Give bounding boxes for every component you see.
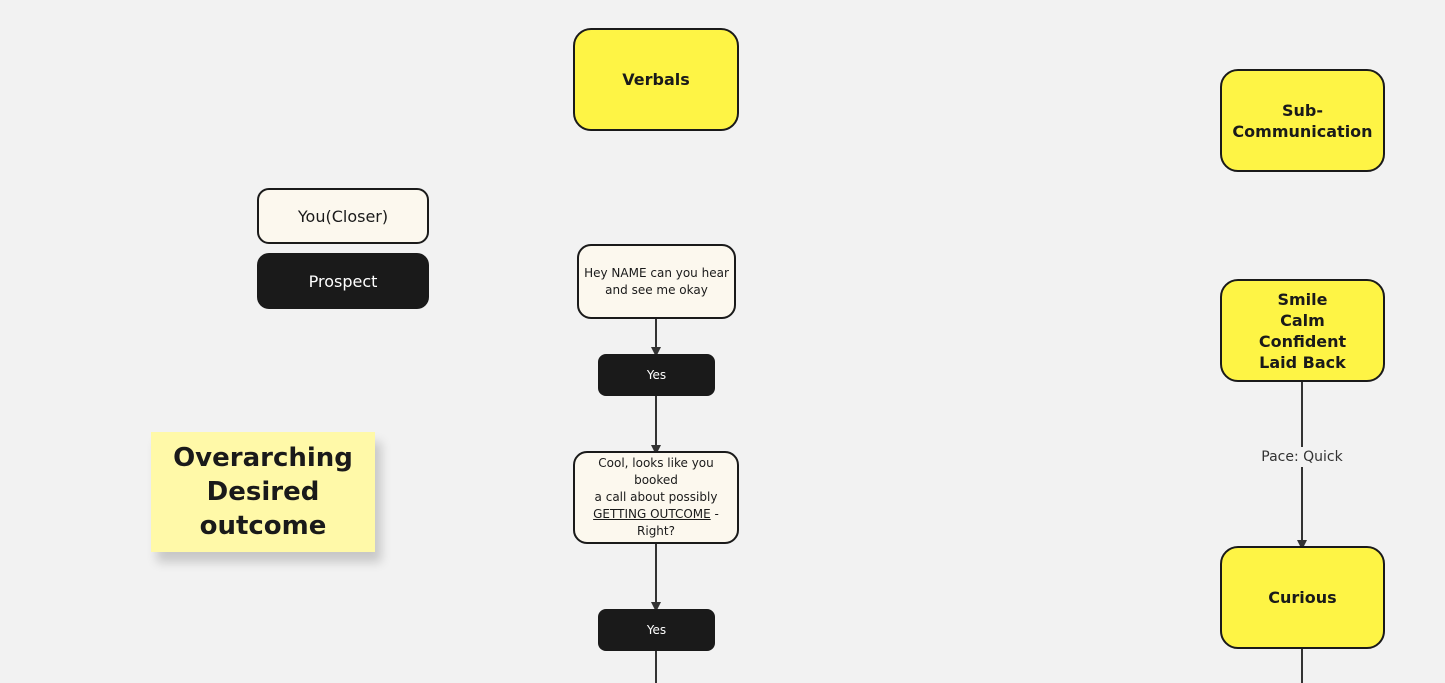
legend-prospect-label: Prospect [308,271,378,291]
traits-text: Smile Calm Confident Laid Back [1258,289,1347,372]
sticky-note-desired-outcome[interactable]: Overarching Desired outcome [151,432,375,552]
reply1-text: Yes [646,368,667,382]
verbals-header-node[interactable]: Verbals [573,28,739,131]
reply1-node[interactable]: Yes [598,354,715,396]
subcommunication-header-node[interactable]: Sub- Communication [1220,69,1385,172]
legend-prospect[interactable]: Prospect [257,253,429,309]
verbals-step2-text: Cool, looks like you booked a call about… [575,455,737,540]
verbals-step1-text: Hey NAME can you hear and see me okay [584,265,729,297]
step2-underlined: GETTING OUTCOME [593,507,711,521]
verbals-step2-node[interactable]: Cool, looks like you booked a call about… [573,451,739,544]
curious-label: Curious [1268,588,1337,607]
traits-node[interactable]: Smile Calm Confident Laid Back [1220,279,1385,382]
reply2-text: Yes [646,623,667,637]
verbals-step1-node[interactable]: Hey NAME can you hear and see me okay [577,244,736,319]
sticky-note-text: Overarching Desired outcome [173,443,353,541]
step2-line2: a call about possibly [594,490,718,504]
legend-closer[interactable]: You(Closer) [257,188,429,244]
reply2-node[interactable]: Yes [598,609,715,651]
curious-node[interactable]: Curious [1220,546,1385,649]
step2-line3: GETTING OUTCOME - Right? [575,506,737,540]
step2-line1: Cool, looks like you booked [598,456,714,487]
legend-closer-label: You(Closer) [297,206,389,226]
verbals-header-label: Verbals [622,70,690,89]
edge-label-pace: Pace: Quick [1261,447,1343,467]
subcommunication-header-label: Sub- Communication [1232,100,1373,141]
